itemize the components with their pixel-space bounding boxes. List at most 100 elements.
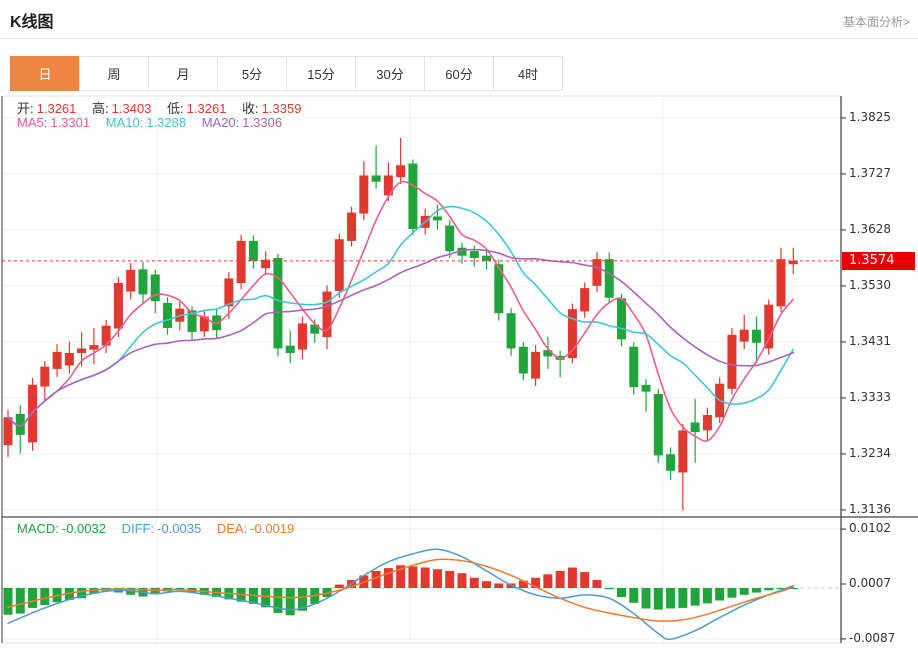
ma20-line [8, 250, 793, 427]
candle [691, 422, 700, 432]
high-label: 高: [92, 101, 109, 116]
close-value: 1.3359 [262, 101, 302, 116]
macd-bar [384, 568, 393, 588]
macd-bar [678, 588, 687, 608]
macd-bar [580, 572, 589, 588]
macd-bar [715, 588, 724, 601]
close-label: 收: [242, 101, 259, 116]
ma20-label: MA20: [202, 115, 240, 130]
macd-bar [543, 574, 552, 588]
candle [482, 256, 491, 261]
chart-canvas[interactable]: 开:1.3261 高:1.3403 低:1.3261 收:1.3359 MA5:… [0, 0, 918, 649]
candle [642, 385, 651, 392]
macd-bar [764, 588, 773, 590]
ma-values: MA5:1.3301 MA10:1.3288 MA20:1.3306 [17, 115, 285, 130]
macd-bar [617, 588, 626, 597]
low-value: 1.3261 [187, 101, 227, 116]
macd-bar [40, 588, 49, 605]
candle [519, 347, 528, 374]
macd-tick-label: -0.0087 [849, 631, 895, 645]
candle [237, 241, 246, 283]
candle [752, 330, 761, 343]
macd-bar [433, 569, 442, 588]
candle [727, 335, 736, 389]
diff-label: DIFF: [122, 521, 155, 536]
candle [249, 241, 258, 261]
macd-bar [470, 578, 479, 588]
ma20-value: 1.3306 [242, 115, 282, 130]
ma5-value: 1.3301 [50, 115, 90, 130]
price-tick-label: 1.3234 [849, 446, 891, 460]
candle [77, 348, 86, 353]
macd-bar [642, 588, 651, 608]
diff-value: -0.0035 [157, 521, 201, 536]
candle [605, 259, 614, 298]
macd-bar [286, 588, 295, 615]
candle [273, 258, 282, 348]
macd-bar [568, 568, 577, 588]
candle [445, 226, 454, 252]
dea-value: -0.0019 [250, 521, 294, 536]
candle [286, 346, 295, 353]
high-value: 1.3403 [112, 101, 152, 116]
macd-value: -0.0032 [62, 521, 106, 536]
ma5-label: MA5: [17, 115, 47, 130]
candle [65, 353, 74, 366]
price-tick-label: 1.3628 [849, 222, 891, 236]
price-tick-label: 1.3530 [849, 278, 891, 292]
candle [114, 283, 123, 329]
macd-bar [740, 588, 749, 595]
candle [396, 165, 405, 177]
candle [531, 352, 540, 379]
candle [126, 270, 135, 292]
macd-bar [605, 588, 614, 589]
candle [347, 212, 356, 240]
candle [298, 323, 307, 349]
candle [703, 415, 712, 430]
candle [592, 259, 601, 286]
low-label: 低: [167, 101, 184, 116]
macd-bar [629, 588, 638, 603]
candle [617, 298, 626, 339]
macd-tick-label: 0.0007 [849, 576, 891, 590]
candle [666, 454, 675, 471]
ma10-label: MA10: [106, 115, 144, 130]
macd-bar [28, 588, 37, 608]
candle [335, 239, 344, 291]
kline-widget: K线图 基本面分析> 日周月5分15分30分60分4时 开:1.3261 高:1… [0, 0, 918, 649]
macd-bar [691, 588, 700, 606]
price-tick-label: 1.3431 [849, 334, 891, 348]
candle [678, 430, 687, 472]
macd-values: MACD:-0.0032 DIFF:-0.0035 DEA:-0.0019 [17, 521, 297, 536]
candle [138, 269, 147, 294]
candle [433, 216, 442, 220]
macd-bar [727, 588, 736, 598]
macd-bar [4, 588, 13, 615]
candle [470, 251, 479, 258]
candle [224, 278, 233, 306]
candle [654, 394, 663, 455]
macd-bar [494, 583, 503, 588]
candle [740, 330, 749, 342]
candle [507, 313, 516, 348]
macd-bar [16, 588, 25, 614]
candle [777, 259, 786, 306]
candle [89, 345, 98, 350]
candle [163, 303, 172, 328]
macd-bar [408, 566, 417, 588]
macd-bar [703, 588, 712, 603]
price-tick-label: 1.3136 [849, 502, 891, 516]
current-price-badge: 1.3574 [842, 252, 915, 270]
price-tick-label: 1.3825 [849, 110, 891, 124]
open-value: 1.3261 [37, 101, 77, 116]
open-label: 开: [17, 101, 34, 116]
candle [40, 367, 49, 387]
macd-bar [482, 581, 491, 588]
ma10-line [8, 207, 793, 427]
candle [372, 175, 381, 181]
ma5-line [8, 181, 793, 441]
macd-label: MACD: [17, 521, 59, 536]
macd-bar [457, 573, 466, 588]
candle [580, 288, 589, 311]
candle [629, 347, 638, 387]
